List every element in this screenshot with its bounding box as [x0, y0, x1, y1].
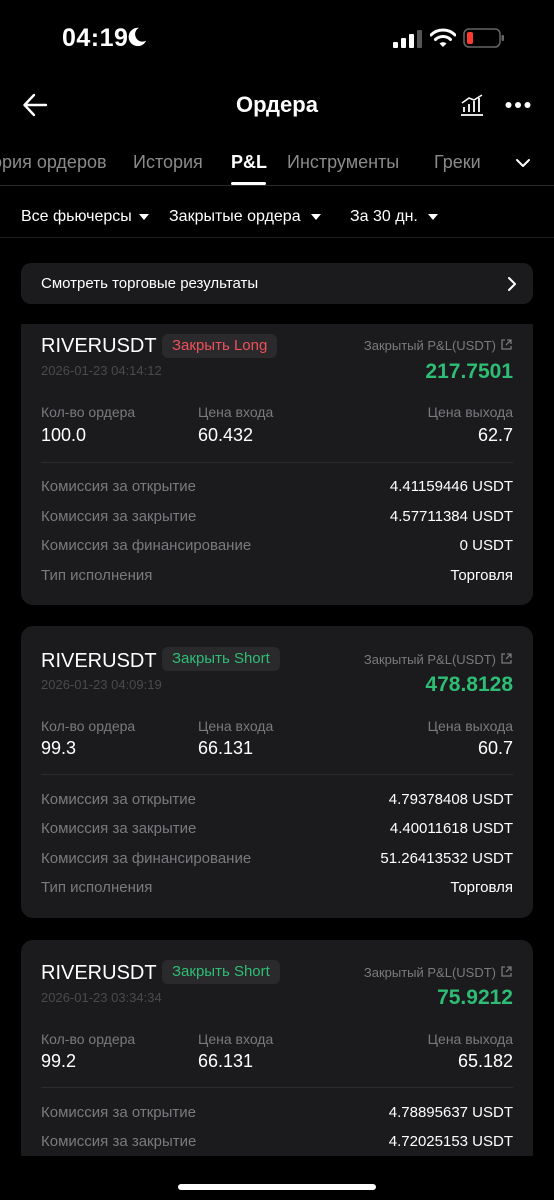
qty-label: Кол-во ордера: [41, 404, 136, 420]
order-side-badge: Закрыть Short: [162, 647, 280, 671]
chevron-down-icon[interactable]: [515, 157, 531, 169]
battery-low-icon: [463, 28, 504, 48]
entry-price-value: 60.432: [198, 425, 254, 445]
order-time: 2026-01-23 03:34:34: [41, 990, 162, 1005]
exec-type-value: Торговля: [450, 879, 513, 896]
pnl-label[interactable]: Закрытый P&L(USDT): [364, 965, 513, 980]
entry-price-value: 66.131: [198, 738, 254, 758]
exit-price-value: 60.7: [477, 738, 513, 758]
more-dots-icon[interactable]: [505, 100, 531, 110]
active-tab-indicator: [231, 182, 266, 185]
qty-value: 100.0: [41, 425, 87, 445]
wifi-icon: [430, 28, 456, 47]
exec-type-label: Тип исполнения: [41, 879, 153, 896]
exit-price-label: Цена выхода: [427, 718, 513, 734]
fee-close-label: Комиссия за закрытие: [41, 508, 197, 525]
entry-price-label: Цена входа: [198, 404, 274, 420]
order-card[interactable]: RIVERUSDT Закрыть Short 2026-01-23 03:34…: [21, 940, 533, 1180]
cellular-signal-icon: [393, 30, 422, 48]
order-card[interactable]: RIVERUSDT Закрыть Long 2026-01-23 04:14:…: [21, 324, 533, 605]
fee-funding-label: Комиссия за финансирование: [41, 850, 252, 867]
fee-open-label: Комиссия за открытие: [41, 791, 196, 808]
order-time: 2026-01-23 04:14:12: [41, 363, 162, 378]
exit-price-label: Цена выхода: [427, 404, 513, 420]
moon-icon: [128, 27, 147, 47]
qty-value: 99.2: [41, 1051, 77, 1071]
tab-instruments[interactable]: Инструменты: [287, 152, 399, 173]
divider: [41, 462, 513, 463]
trading-results-link[interactable]: Смотреть торговые результаты: [21, 263, 533, 304]
chart-icon[interactable]: [460, 94, 484, 116]
chevron-right-icon: [508, 277, 516, 291]
fee-funding-value: 0 USDT: [459, 537, 513, 554]
tab-greeks[interactable]: Греки: [434, 152, 481, 173]
qty-value: 99.3: [41, 738, 77, 758]
divider: [41, 1087, 513, 1088]
qty-label: Кол-во ордера: [41, 1031, 136, 1047]
status-time: 04:19: [62, 24, 129, 52]
pnl-value: 75.9212: [437, 986, 513, 1009]
external-link-icon: [501, 653, 512, 664]
pnl-value: 478.8128: [425, 673, 513, 696]
order-card[interactable]: RIVERUSDT Закрыть Short 2026-01-23 04:09…: [21, 626, 533, 918]
fee-open-value: 4.41159446 USDT: [389, 478, 513, 495]
fee-open-label: Комиссия за открытие: [41, 1104, 196, 1121]
divider: [41, 774, 513, 775]
fee-close-value: 4.57711384 USDT: [389, 508, 513, 525]
order-symbol: RIVERUSDT: [41, 335, 157, 357]
tab-pnl[interactable]: P&L: [231, 152, 267, 173]
filter-order-status-label: Закрытые ордера: [169, 208, 301, 225]
tab-bar: ория ордеров История P&L Инструменты Гре…: [0, 140, 554, 186]
fee-close-label: Комиссия за закрытие: [41, 820, 197, 837]
pnl-label[interactable]: Закрытый P&L(USDT): [364, 652, 513, 667]
status-bar: 04:19: [0, 0, 554, 76]
external-link-icon: [501, 966, 512, 977]
home-indicator[interactable]: [178, 1184, 376, 1190]
pnl-label[interactable]: Закрытый P&L(USDT): [364, 338, 513, 353]
order-symbol: RIVERUSDT: [41, 650, 157, 672]
filter-order-status[interactable]: Закрытые ордера: [169, 208, 321, 226]
qty-label: Кол-во ордера: [41, 718, 136, 734]
fee-close-label: Комиссия за закрытие: [41, 1133, 197, 1150]
exit-price-label: Цена выхода: [427, 1031, 513, 1047]
filter-contracts-label: Все фьючерсы: [21, 208, 132, 225]
entry-price-label: Цена входа: [198, 1031, 274, 1047]
pnl-value: 217.7501: [425, 360, 513, 383]
caret-down-icon: [310, 213, 321, 220]
entry-price-value: 66.131: [198, 1051, 254, 1071]
exec-type-value: Торговля: [450, 567, 513, 584]
caret-down-icon: [138, 213, 149, 220]
pnl-label-text: Закрытый P&L(USDT): [363, 652, 496, 667]
filter-period-label: За 30 дн.: [350, 208, 418, 225]
exec-type-label: Тип исполнения: [41, 567, 153, 584]
filter-period[interactable]: За 30 дн.: [350, 208, 438, 226]
order-symbol: RIVERUSDT: [41, 962, 157, 984]
fee-funding-value: 51.26413532 USDT: [380, 850, 513, 867]
pnl-label-text: Закрытый P&L(USDT): [363, 338, 496, 353]
fee-open-value: 4.79378408 USDT: [388, 791, 513, 808]
bottom-safe-area: [0, 1156, 554, 1200]
order-time: 2026-01-23 04:09:19: [41, 677, 162, 692]
order-side-badge: Закрыть Short: [162, 960, 280, 984]
trading-results-label: Смотреть торговые результаты: [41, 275, 259, 292]
fee-open-value: 4.78895637 USDT: [388, 1104, 513, 1121]
fee-open-label: Комиссия за открытие: [41, 478, 196, 495]
caret-down-icon: [427, 213, 438, 220]
order-side-badge: Закрыть Long: [162, 334, 278, 358]
external-link-icon: [501, 339, 512, 350]
tab-history[interactable]: История: [133, 152, 203, 173]
app-header: Ордера: [0, 80, 554, 130]
filter-bar: Все фьючерсы Закрытые ордера За 30 дн.: [0, 198, 554, 238]
entry-price-label: Цена входа: [198, 718, 274, 734]
exit-price-value: 62.7: [477, 425, 513, 445]
fee-close-value: 4.40011618 USDT: [389, 820, 513, 837]
fee-close-value: 4.72025153 USDT: [388, 1133, 513, 1150]
pnl-label-text: Закрытый P&L(USDT): [363, 965, 496, 980]
filter-contracts[interactable]: Все фьючерсы: [21, 208, 149, 226]
tab-order-history[interactable]: ория ордеров: [0, 152, 107, 173]
fee-funding-label: Комиссия за финансирование: [41, 537, 252, 554]
exit-price-value: 65.182: [457, 1051, 513, 1071]
